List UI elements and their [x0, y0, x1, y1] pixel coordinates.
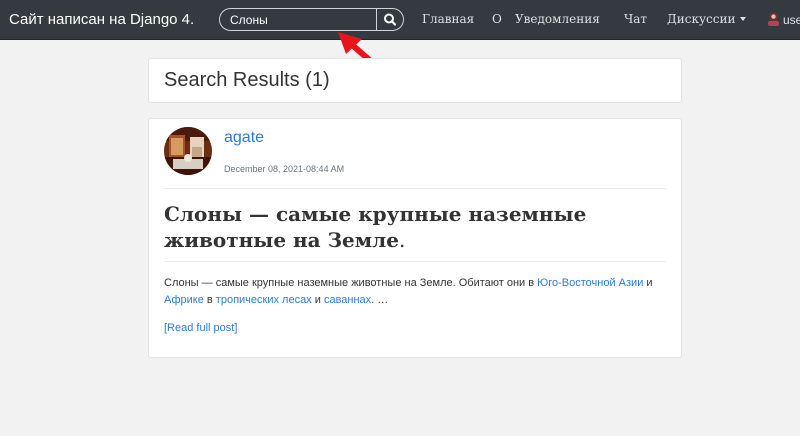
nav-home[interactable]: Главная [422, 12, 474, 26]
link-tropical-forests[interactable]: тропических лесах [216, 294, 312, 306]
link-savannas[interactable]: саваннах [324, 294, 371, 306]
nav-about[interactable]: О [492, 12, 502, 26]
nav-discussions-dropdown[interactable]: Дискуссии [667, 12, 747, 26]
post-date: December 08, 2021-08:44 AM [224, 164, 345, 174]
nav-notifications[interactable]: Уведомления [515, 12, 600, 26]
user-menu-label[interactable]: use [783, 13, 800, 27]
search-icon [384, 13, 397, 26]
post-author-link[interactable]: agate [224, 129, 264, 147]
search-form [219, 8, 404, 31]
author-avatar[interactable] [164, 127, 212, 175]
post-title: Слоны — самые крупные наземные животные … [164, 201, 664, 253]
read-full-post-link[interactable]: [Read full post] [164, 322, 237, 334]
excerpt-text: и [311, 294, 324, 306]
user-avatar-icon[interactable] [767, 12, 780, 26]
excerpt-text: и [643, 277, 653, 289]
search-results-title: Search Results (1) [164, 69, 330, 91]
search-input[interactable] [230, 11, 380, 28]
chevron-down-icon [740, 17, 747, 21]
nav-discussions-label: Дискуссии [667, 12, 736, 26]
post-title-period: . [398, 228, 406, 252]
excerpt-text: . … [371, 294, 389, 306]
excerpt-text: в [203, 294, 216, 306]
top-navbar: Сайт написан на Django 4. Главная О Увед… [0, 0, 800, 40]
post-card: agate December 08, 2021-08:44 AM Слоны —… [148, 118, 682, 358]
search-button[interactable] [377, 9, 403, 30]
link-africa[interactable]: Африке [164, 294, 204, 306]
post-title-text: Слоны — самые крупные наземные животные … [164, 202, 587, 252]
site-brand[interactable]: Сайт написан на Django 4. [9, 11, 194, 28]
link-southeast-asia[interactable]: Юго-Восточной Азии [537, 277, 643, 289]
nav-chat[interactable]: Чат [624, 12, 647, 26]
divider [164, 188, 666, 189]
search-results-header: Search Results (1) [148, 58, 682, 103]
avatar-image [164, 127, 212, 175]
post-excerpt: Слоны — самые крупные наземные животные … [164, 275, 664, 309]
excerpt-text: Слоны — самые крупные наземные животные … [164, 277, 538, 289]
divider [164, 261, 666, 262]
